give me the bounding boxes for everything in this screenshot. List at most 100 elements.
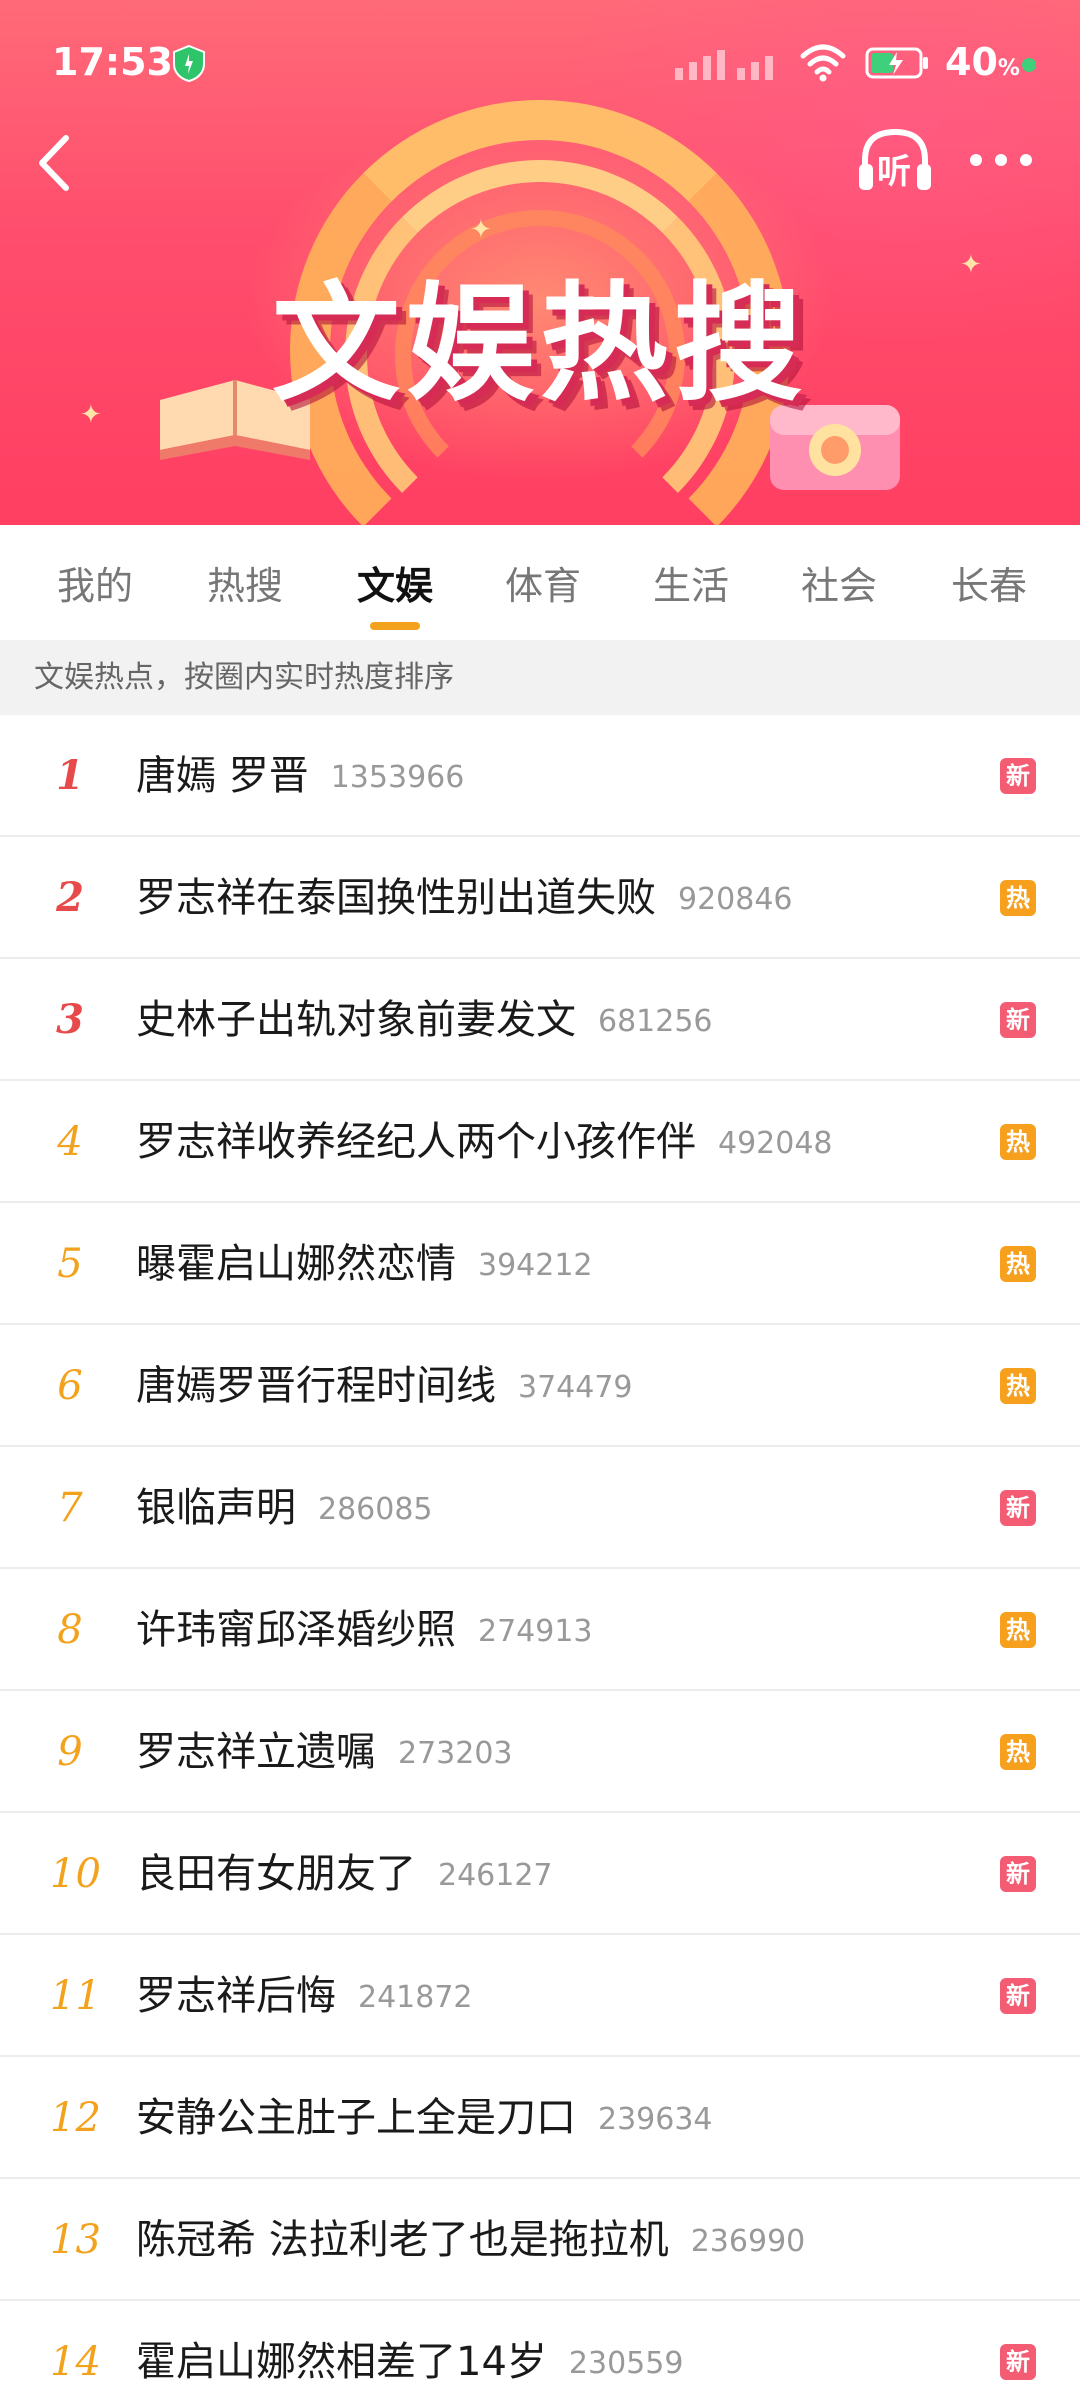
rank-number: 8 <box>57 1607 83 1653</box>
listen-button[interactable]: 听 <box>855 126 935 196</box>
rank-number: 9 <box>57 1729 83 1775</box>
heat-score: 286085 <box>318 1492 433 1527</box>
new-badge: 新 <box>1000 2344 1036 2380</box>
heat-score: 394212 <box>478 1248 593 1283</box>
topic-text: 罗志祥收养经纪人两个小孩作伴 <box>136 1119 696 1165</box>
list-item[interactable]: 14 霍启山娜然相差了14岁 230559 新 <box>0 2301 1080 2400</box>
list-item[interactable]: 1 唐嫣 罗晋 1353966 新 <box>0 715 1080 837</box>
topic-text: 曝霍启山娜然恋情 <box>136 1241 456 1287</box>
hot-badge: 热 <box>1000 1246 1036 1282</box>
signal-icon <box>675 50 773 80</box>
topic-text: 陈冠希 法拉利老了也是拖拉机 <box>136 2217 669 2263</box>
rank-number: 14 <box>50 2339 101 2385</box>
topic-title: 唐嫣 罗晋 1353966 <box>136 715 464 839</box>
new-badge: 新 <box>1000 1002 1036 1038</box>
active-tab-indicator <box>370 622 420 630</box>
heat-score: 920846 <box>678 882 793 917</box>
rank-number: 12 <box>50 2095 101 2141</box>
rank-number: 4 <box>57 1119 83 1165</box>
hot-search-list: 1 唐嫣 罗晋 1353966 新 2 罗志祥在泰国换性别出道失败 920846 热 3 史林子出… <box>0 715 1080 2400</box>
tab-mine[interactable]: 我的 <box>40 555 150 610</box>
status-time: 17:53 <box>52 40 173 84</box>
topic-title: 曝霍启山娜然恋情 394212 <box>136 1203 593 1327</box>
list-item[interactable]: 13 陈冠希 法拉利老了也是拖拉机 236990 <box>0 2179 1080 2301</box>
rank-number: 3 <box>56 996 84 1043</box>
category-tabs: 我的 热搜 文娱 体育 生活 社会 长春 <box>0 525 1080 640</box>
list-item[interactable]: 8 许玮甯邱泽婚纱照 274913 热 <box>0 1569 1080 1691</box>
heat-score: 230559 <box>568 2346 684 2381</box>
list-item[interactable]: 7 银临声明 286085 新 <box>0 1447 1080 1569</box>
heat-score: 492048 <box>718 1126 833 1161</box>
tab-society[interactable]: 社会 <box>784 555 894 610</box>
topic-text: 许玮甯邱泽婚纱照 <box>136 1607 456 1653</box>
topic-title: 罗志祥后悔 241872 <box>136 1935 473 2059</box>
topic-title: 唐嫣罗晋行程时间线 374479 <box>136 1325 633 1449</box>
new-badge: 新 <box>1000 1856 1036 1892</box>
rank-number: 2 <box>56 874 84 921</box>
hot-badge: 热 <box>1000 1612 1036 1648</box>
tab-hot-search[interactable]: 热搜 <box>190 555 300 610</box>
list-item[interactable]: 3 史林子出轨对象前妻发文 681256 新 <box>0 959 1080 1081</box>
topic-text: 良田有女朋友了 <box>136 1851 416 1897</box>
heat-score: 374479 <box>518 1370 633 1405</box>
new-badge: 新 <box>1000 1978 1036 2014</box>
list-item[interactable]: 11 罗志祥后悔 241872 新 <box>0 1935 1080 2057</box>
hot-badge: 热 <box>1000 880 1036 916</box>
list-item[interactable]: 5 曝霍启山娜然恋情 394212 热 <box>0 1203 1080 1325</box>
heat-score: 246127 <box>438 1858 553 1893</box>
topic-title: 霍启山娜然相差了14岁 230559 <box>136 2301 683 2400</box>
header-banner: ✦ ✦ ✦ ✦ 17:53 40% 听 文娱热搜 <box>0 0 1080 525</box>
topic-text: 罗志祥在泰国换性别出道失败 <box>136 875 656 921</box>
listen-label: 听 <box>877 152 911 192</box>
list-item[interactable]: 6 唐嫣罗晋行程时间线 374479 热 <box>0 1325 1080 1447</box>
rank-number: 6 <box>57 1363 83 1409</box>
new-badge: 新 <box>1000 1490 1036 1526</box>
list-description: 文娱热点，按圈内实时热度排序 <box>0 640 1080 715</box>
topic-text: 唐嫣罗晋行程时间线 <box>136 1363 496 1409</box>
heat-score: 239634 <box>598 2102 713 2137</box>
hot-badge: 热 <box>1000 1734 1036 1770</box>
topic-title: 安静公主肚子上全是刀口 239634 <box>136 2057 713 2181</box>
topic-text: 史林子出轨对象前妻发文 <box>136 997 576 1043</box>
list-item[interactable]: 10 良田有女朋友了 246127 新 <box>0 1813 1080 1935</box>
heat-score: 273203 <box>398 1736 513 1771</box>
topic-title: 良田有女朋友了 246127 <box>136 1813 553 1937</box>
wifi-icon <box>800 44 846 82</box>
heat-score: 681256 <box>598 1004 713 1039</box>
rank-number: 7 <box>57 1485 83 1531</box>
rank-number: 10 <box>50 1851 101 1897</box>
topic-title: 许玮甯邱泽婚纱照 274913 <box>136 1569 593 1693</box>
topic-title: 罗志祥在泰国换性别出道失败 920846 <box>136 837 793 961</box>
new-badge: 新 <box>1000 758 1036 794</box>
rank-number: 1 <box>56 752 84 799</box>
banner-title: 文娱热搜 <box>271 270 808 419</box>
heat-score: 241872 <box>358 1980 473 2015</box>
topic-text: 银临声明 <box>136 1485 296 1531</box>
topic-title: 银临声明 286085 <box>136 1447 433 1571</box>
tab-sports[interactable]: 体育 <box>488 555 598 610</box>
heat-score: 236990 <box>690 2224 806 2259</box>
topic-text: 罗志祥立遗嘱 <box>136 1729 376 1775</box>
tab-entertainment[interactable]: 文娱 <box>340 555 450 610</box>
topic-text: 唐嫣 罗晋 <box>136 753 309 799</box>
topic-title: 罗志祥立遗嘱 273203 <box>136 1691 513 1815</box>
back-button[interactable] <box>30 130 80 196</box>
topic-title: 罗志祥收养经纪人两个小孩作伴 492048 <box>136 1081 833 1205</box>
battery-percent: 40% <box>945 40 1020 84</box>
heat-score: 1353966 <box>330 760 465 795</box>
list-item[interactable]: 2 罗志祥在泰国换性别出道失败 920846 热 <box>0 837 1080 959</box>
tab-life[interactable]: 生活 <box>636 555 746 610</box>
topic-title: 陈冠希 法拉利老了也是拖拉机 236990 <box>136 2179 805 2303</box>
list-item[interactable]: 9 罗志祥立遗嘱 273203 热 <box>0 1691 1080 1813</box>
list-item[interactable]: 12 安静公主肚子上全是刀口 239634 <box>0 2057 1080 2179</box>
hot-badge: 热 <box>1000 1368 1036 1404</box>
topic-text: 安静公主肚子上全是刀口 <box>136 2095 576 2141</box>
hot-badge: 热 <box>1000 1124 1036 1160</box>
heat-score: 274913 <box>478 1614 593 1649</box>
rank-number: 13 <box>50 2217 101 2263</box>
list-item[interactable]: 4 罗志祥收养经纪人两个小孩作伴 492048 热 <box>0 1081 1080 1203</box>
rank-number: 5 <box>57 1241 83 1287</box>
more-icon[interactable] <box>966 148 1036 172</box>
topic-text: 霍启山娜然相差了14岁 <box>136 2339 547 2385</box>
tab-changchun[interactable]: 长春 <box>934 555 1044 610</box>
